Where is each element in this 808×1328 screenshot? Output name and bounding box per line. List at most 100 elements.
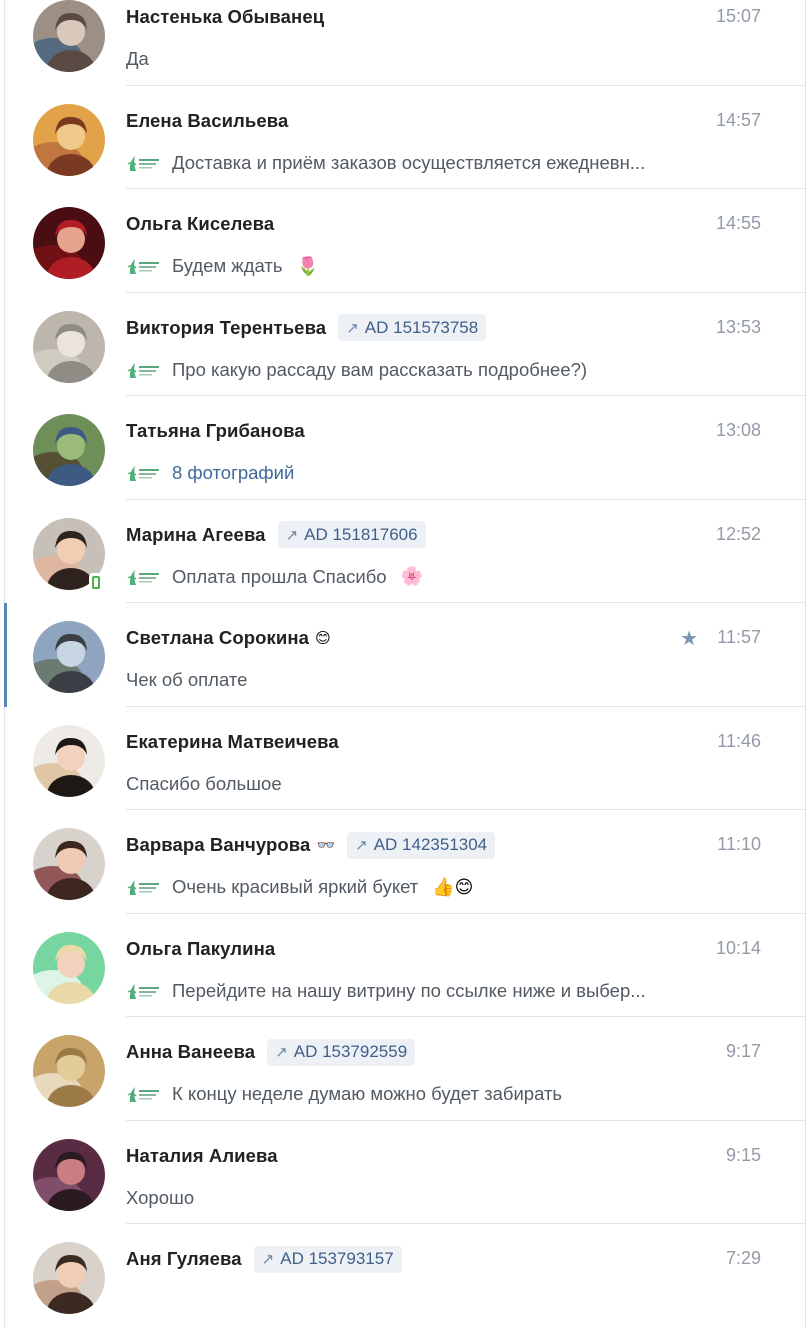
message-time: 11:46 [717, 730, 761, 751]
arrow-up-right-icon: ↗ [285, 525, 299, 544]
ad-badge[interactable]: ↗ AD 151817606 [277, 521, 426, 548]
dialog-row[interactable]: Елена Васильева 14:57 Доставка и приём зак… [5, 86, 805, 189]
message-time: 15:07 [715, 6, 761, 26]
dialog-row[interactable]: Ольга Пакулина 10:14 Перейдите на нашу вит… [5, 914, 805, 1017]
ad-badge[interactable]: ↗ AD 151573758 [338, 314, 487, 341]
contact-name[interactable]: Виктория Терентьева [126, 317, 326, 339]
dialog-row[interactable]: Варвара Ванчурова 👓 ↗ AD 142351304 11:10 Очен… [5, 810, 805, 914]
avatar[interactable] [33, 0, 105, 72]
avatar[interactable] [33, 724, 105, 797]
avatar[interactable] [33, 1138, 105, 1211]
contact-name[interactable]: Марина Агеева [126, 524, 266, 546]
message-text: Хорошо [126, 1186, 195, 1208]
message-emoji: 👍😊 [432, 876, 474, 898]
avatar[interactable] [33, 1035, 105, 1107]
contact-name[interactable]: Наталия Алиева [126, 1145, 278, 1167]
dialog-row[interactable]: Настенька Обыванец 15:07 Да [5, 0, 805, 86]
dialog-preview [126, 1286, 745, 1316]
avatar[interactable] [33, 310, 105, 383]
avatar[interactable] [33, 1242, 105, 1314]
contact-name[interactable]: Аня Гуляева [126, 1248, 242, 1270]
message-time: 14:55 [715, 213, 761, 233]
dialog-row[interactable]: Виктория Терентьева ↗ AD 151573758 13:53 Про… [5, 293, 805, 396]
dialog-row[interactable]: Ольга Киселева 14:55 Будем ждать 🌷 [5, 189, 805, 293]
status-emoji: 👓 [316, 836, 336, 854]
avatar[interactable] [33, 621, 105, 693]
contact-name[interactable]: Анна Ванеева [126, 1041, 255, 1063]
message-time: 11:10 [717, 834, 761, 854]
contact-name[interactable]: Варвара Ванчурова [126, 834, 310, 856]
arrow-up-right-icon: ↗ [346, 318, 359, 337]
dialog-header: Варвара Ванчурова 👓 ↗ AD 142351304 [126, 830, 765, 860]
dialog-row[interactable]: Марина Агеева ↗ AD 151817606 12:52 Оплата пр… [5, 500, 805, 603]
message-time: 12:52 [715, 523, 761, 544]
message-time: 11:57 [717, 627, 761, 647]
dialog-preview: Хорошо [126, 1183, 745, 1213]
ad-label: AD 151573758 [364, 317, 479, 337]
contact-name[interactable]: Екатерина Матвеичева [126, 731, 339, 753]
dialog-preview: Спасибо большое [126, 769, 745, 799]
contact-name[interactable]: Татьяна Грибанова [126, 420, 305, 442]
message-time: 10:14 [715, 937, 761, 958]
contact-name[interactable]: Настенька Обыванец [126, 6, 324, 28]
message-emoji: 🌷 [296, 255, 319, 277]
status-emoji: 😊 [315, 629, 331, 647]
avatar[interactable] [33, 103, 105, 176]
mobile-online-icon [89, 572, 103, 593]
message-time: 13:08 [715, 420, 761, 440]
dialog-row[interactable]: Светлана Сорокина 😊 ★ 11:57 Чек об оплате [4, 603, 805, 707]
message-text: Да [126, 48, 149, 69]
contact-name[interactable]: Ольга Киселева [126, 213, 274, 235]
message-text: Перейдите на нашу витрину по ссылке ниже… [172, 979, 646, 1001]
ad-badge[interactable]: ↗ AD 153793157 [253, 1245, 402, 1273]
flowers-shop-logo-icon [126, 152, 162, 174]
message-time: 9:15 [725, 1144, 761, 1165]
ad-label: AD 153793157 [280, 1249, 394, 1268]
dialog-preview: Оплата прошла Спасибо 🌸 [126, 562, 745, 592]
avatar[interactable] [33, 828, 105, 900]
ad-label: AD 142351304 [373, 835, 488, 854]
flowers-shop-logo-icon [126, 980, 162, 1002]
dialog-header: Екатерина Матвеичева [126, 727, 765, 757]
message-time: 9:17 [725, 1041, 761, 1061]
dialog-header: Наталия Алиева [126, 1141, 765, 1171]
dialog-header: Светлана Сорокина 😊 [126, 623, 765, 653]
dialog-row[interactable]: Татьяна Грибанова 13:08 8 фотографий [5, 396, 805, 500]
ad-badge[interactable]: ↗ AD 142351304 [347, 831, 496, 859]
contact-name[interactable]: Елена Васильева [126, 110, 288, 132]
dialog-preview: Будем ждать 🌷 [126, 251, 745, 281]
flowers-shop-logo-icon [126, 255, 162, 277]
dialog-preview: Про какую рассаду вам рассказать подробн… [126, 355, 745, 385]
ad-badge[interactable]: ↗ AD 153792559 [267, 1038, 416, 1066]
ad-label: AD 153792559 [293, 1042, 408, 1061]
contact-name[interactable]: Ольга Пакулина [126, 938, 275, 960]
message-text: Очень красивый яркий букет [172, 876, 419, 897]
flowers-shop-logo-icon [126, 876, 162, 898]
dialog-row[interactable]: Наталия Алиева 9:15 Хорошо [5, 1121, 805, 1224]
dialog-row[interactable]: Аня Гуляева ↗ AD 153793157 7:29 [5, 1224, 805, 1328]
message-emoji: 🌸 [400, 566, 423, 587]
dialog-row[interactable]: Анна Ванеева ↗ AD 153792559 9:17 К концу нед… [5, 1017, 805, 1121]
avatar[interactable] [33, 414, 105, 486]
message-text: Будем ждать [172, 255, 283, 276]
dialog-preview: К концу неделе думаю можно будет забират… [126, 1079, 745, 1109]
message-text: Оплата прошла Спасибо [172, 565, 387, 587]
dialog-row[interactable]: Екатерина Матвеичева 11:46 Спасибо большое [5, 707, 805, 810]
contact-name[interactable]: Светлана Сорокина [126, 627, 309, 649]
flowers-shop-logo-icon [126, 359, 162, 381]
dialog-header: Елена Васильева [126, 106, 765, 136]
attachment-link[interactable]: 8 фотографий [172, 462, 294, 484]
star-icon[interactable]: ★ [680, 626, 698, 650]
avatar[interactable] [33, 207, 105, 279]
dialog-preview: Перейдите на нашу витрину по ссылке ниже… [126, 976, 745, 1006]
dialog-preview: Доставка и приём заказов осуществляется … [126, 148, 745, 178]
dialog-preview: Очень красивый яркий букет 👍😊 [126, 872, 745, 902]
message-time: 14:57 [715, 109, 761, 130]
dialog-header: Ольга Пакулина [126, 934, 765, 964]
arrow-up-right-icon: ↗ [275, 1043, 288, 1061]
avatar[interactable] [33, 931, 105, 1004]
dialog-preview: Да [126, 44, 745, 74]
dialog-header: Марина Агеева ↗ AD 151817606 [126, 520, 765, 550]
message-text: Спасибо большое [126, 772, 282, 794]
message-text: Чек об оплате [126, 669, 248, 690]
